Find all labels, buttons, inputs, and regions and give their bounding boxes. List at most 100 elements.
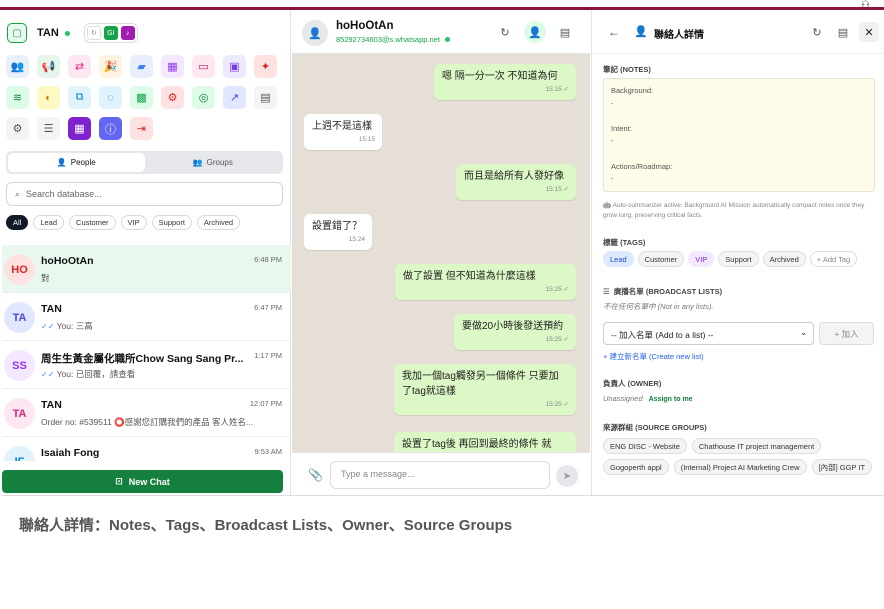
chat-list-item[interactable]: HO hoHoOtAn 6:48 PM 對 — [2, 245, 291, 293]
message-time: 15:24 — [348, 236, 365, 243]
assign-to-me-link[interactable]: Assign to me — [649, 396, 693, 403]
users-icon[interactable]: 👥 — [6, 55, 29, 78]
tag-chip[interactable]: Customer — [637, 251, 685, 267]
tag-chip[interactable]: Support — [718, 251, 759, 267]
filter-chip-all[interactable]: All — [6, 215, 29, 230]
close-icon[interactable]: ✕ — [859, 22, 879, 42]
filter-chip-support[interactable]: Support — [151, 215, 192, 230]
chat-preview-text: You: 已回覆，請查看 — [56, 369, 136, 379]
source-group-chip[interactable]: Gogoperth appl — [603, 459, 669, 475]
broadcast-empty: 不在任何名單中 (Not in any lists). — [603, 302, 714, 311]
source-groups: ENG DISC - Website Chathouse IT project m… — [603, 438, 878, 475]
contact-avatar[interactable]: 👤 — [302, 20, 328, 46]
owner-label: 負責人 (OWNER) — [603, 379, 662, 388]
notes-textarea[interactable]: Background: - Intent: - Actions/Roadmap: - — [603, 78, 875, 192]
chat-list-item[interactable]: SS 周生生黃金屬化職所Chow Sang Sang Pr... 1:17 PM ✓✓… — [2, 341, 291, 389]
refresh-icon[interactable]: ↻ — [86, 26, 101, 40]
notes-line — [611, 148, 867, 161]
logout-icon[interactable]: ⇥ — [130, 117, 153, 140]
chat-list-item[interactable]: IF Isaiah Fong 9:53 AM — [2, 437, 291, 461]
tab-people[interactable]: 👤 People — [8, 153, 145, 172]
copy-icon[interactable]: ⧉ — [68, 86, 91, 109]
search-input[interactable]: ⌕ Search database... — [6, 182, 283, 206]
add-tag-button[interactable]: + Add Tag — [809, 251, 858, 267]
message-time: 15:25 ✓ — [545, 286, 569, 293]
message-bubble: 設置錯了？ 15:24 — [304, 214, 372, 250]
calendar-icon[interactable]: ▦ — [161, 55, 184, 78]
chat-logo-icon: ▢ — [7, 23, 27, 43]
contact-icon[interactable]: 👤 — [524, 21, 546, 43]
list-icon[interactable]: ☰ — [37, 117, 60, 140]
composer: 📎 Type a message... ➤ — [292, 452, 590, 495]
chat-list-item[interactable]: TA TAN 12:07 PM Order no: #539511 ⭕感謝您訂購我們的… — [2, 389, 291, 437]
new-chat-label: New Chat — [128, 476, 170, 487]
robot-icon[interactable]: ⚙ — [161, 86, 184, 109]
refresh-icon[interactable]: ↻ — [807, 22, 827, 42]
chat-title: hoHoOtAn — [336, 20, 394, 32]
qr-icon[interactable]: ▦ — [68, 117, 91, 140]
tag-chip[interactable]: VIP — [688, 251, 715, 267]
owner-value-text: Unassigned — [603, 394, 643, 403]
tab-groups-label: Groups — [206, 158, 233, 167]
person-icon: 👤 — [56, 158, 67, 167]
target-icon[interactable]: ◎ — [192, 86, 215, 109]
sparkle-icon[interactable]: ✦ — [254, 55, 277, 78]
broadcast-select[interactable]: -- 加入名單 (Add to a list) -- ⌄ — [603, 322, 814, 345]
settings-icon[interactable]: ⚙ — [6, 117, 29, 140]
source-group-chip[interactable]: [內部] GGP IT — [811, 459, 873, 475]
tag-chip[interactable]: Lead — [603, 251, 634, 267]
schedule-icon[interactable]: ▤ — [554, 21, 576, 43]
layers-icon[interactable]: ≋ — [6, 86, 29, 109]
message-text: 要做20小時後發送預約 — [462, 321, 564, 332]
truck-icon[interactable]: ▰ — [130, 55, 153, 78]
sidebar: ▢ TAN ↻ GI ♪ 👥 📢 ⇄ 🎉 ▰ ▦ ▭ ▣ ✦ ≋ ◐ ⧉ ◌ ▩ ⚙ ◎ ↗ ▤ ⚙ ☰ ▦ ⓘ ⇥ 👤 Pe… — [2, 10, 291, 495]
filter-chip-vip[interactable]: VIP — [120, 215, 147, 230]
tags-label: 標籤 (TAGS) — [603, 238, 646, 247]
bag-icon[interactable]: ▣ — [223, 55, 246, 78]
filter-chip-archived[interactable]: Archived — [196, 215, 241, 230]
tab-groups[interactable]: 👥 Groups — [145, 153, 282, 172]
source-group-chip[interactable]: Chathouse IT project management — [691, 438, 822, 454]
refresh-icon[interactable]: ↻ — [494, 21, 516, 43]
filter-chip-lead[interactable]: Lead — [33, 215, 65, 230]
new-chat-button[interactable]: ⊡ New Chat — [2, 470, 283, 493]
bell-icon[interactable]: ♪ — [120, 26, 135, 40]
message-input[interactable]: Type a message... — [330, 461, 550, 489]
create-list-link[interactable]: + 建立新名單 (Create new list) — [603, 351, 704, 362]
caption: 聯絡人詳情：Notes、Tags、Broadcast Lists、Owner、S… — [19, 517, 513, 534]
party-icon[interactable]: 🎉 — [99, 55, 122, 78]
calendar-clock-icon[interactable]: ▤ — [254, 86, 277, 109]
message-time: 15:15 ✓ — [545, 186, 569, 193]
gi-badge[interactable]: GI — [103, 26, 118, 40]
chat-list-item[interactable]: TA TAN 6:47 PM ✓✓ You: 三高 — [2, 293, 291, 341]
chat-time: 6:47 PM — [254, 303, 282, 312]
source-group-chip[interactable]: (Internal) Project AI Marketing Crew — [673, 459, 807, 475]
schedule-icon[interactable]: ▤ — [833, 22, 853, 42]
send-icon: ➤ — [562, 470, 572, 482]
source-group-chip[interactable]: ENG DISC - Website — [603, 438, 687, 454]
broadcast-add-button[interactable]: + 加入 — [819, 322, 874, 345]
tag-chip[interactable]: Archived — [762, 251, 806, 267]
message-text: 設置了tag後 再回到最終的條件 就 — [402, 439, 552, 450]
message-placeholder: Type a message... — [341, 469, 415, 479]
radar-icon[interactable]: ◌ — [99, 86, 122, 109]
tool-grid: 👥 📢 ⇄ 🎉 ▰ ▦ ▭ ▣ ✦ ≋ ◐ ⧉ ◌ ▩ ⚙ ◎ ↗ ▤ ⚙ ☰ ▦ ⓘ ⇥ — [6, 55, 277, 140]
tab-people-label: People — [70, 158, 96, 167]
send-button[interactable]: ➤ — [556, 465, 578, 487]
people-groups-toggle: 👤 People 👥 Groups — [6, 151, 283, 174]
info-icon[interactable]: ⓘ — [99, 117, 122, 140]
paperclip-icon[interactable]: 📎 — [308, 468, 323, 482]
back-arrow-icon[interactable]: ← — [608, 25, 620, 39]
tags-row: Lead Customer VIP Support Archived + Add Tag — [603, 251, 858, 267]
chat-preview-text: You: 三高 — [56, 321, 93, 331]
megaphone-icon[interactable]: 📢 — [37, 55, 60, 78]
chat-plus-icon: ⊡ — [115, 476, 123, 486]
chip-icon[interactable]: ▩ — [130, 86, 153, 109]
palette-icon[interactable]: ◐ — [37, 86, 60, 109]
online-status-dot — [64, 30, 70, 36]
trend-icon[interactable]: ↗ — [223, 86, 246, 109]
share-icon[interactable]: ⇄ — [68, 55, 91, 78]
filter-chip-customer[interactable]: Customer — [69, 215, 116, 230]
ticket-icon[interactable]: ▭ — [192, 55, 215, 78]
chat-pane: 👤 hoHoOtAn 85292734603@s.whatsapp.net ↻ … — [292, 10, 590, 495]
